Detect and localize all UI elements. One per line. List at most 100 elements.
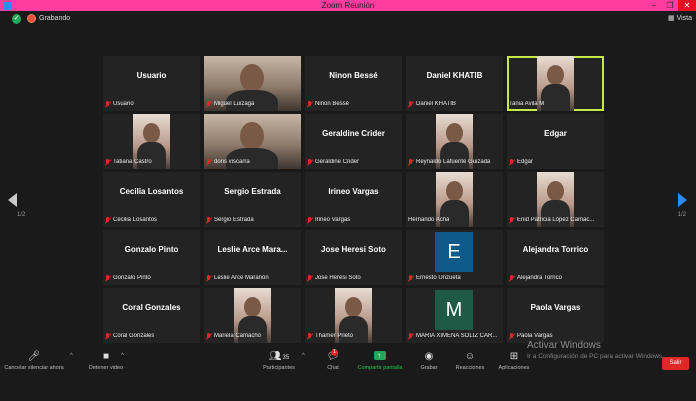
participant-tile[interactable]: Cecilia Losantos Cecilia Losantos [103,172,200,227]
participant-tile[interactable]: Thamer Prieto [305,288,402,343]
microphone-muted-icon [408,158,414,166]
participant-tile[interactable]: doris viscarra [204,114,301,169]
participant-name-label: Reynaldo Lafuente Guizada [408,157,501,167]
participant-tile[interactable]: Daniel KHATIB Daniel KHATIB [406,56,503,111]
microphone-muted-icon [307,274,313,282]
participant-tile[interactable]: M MARIA XIMENA SOLIZ CAR... [406,288,503,343]
previous-page-arrow-icon[interactable] [8,193,17,207]
participant-name: Coral Gonzales [113,333,155,339]
participant-tile[interactable]: Coral Gonzales Coral Gonzales [103,288,200,343]
participant-name: Geraldine Crider [315,159,360,165]
participant-name-label: Mariela Camacho [206,331,299,341]
participant-display-name: Gonzalo Pinto [124,245,179,254]
participant-name: Gonzalo Pinto [113,275,151,281]
recording-icon [27,14,36,23]
participant-display-name: Cecilia Losantos [119,187,184,196]
participant-tile[interactable]: Enid Patricia López Camac... [507,172,604,227]
microphone-muted-icon [509,274,515,282]
participants-caret-icon[interactable]: ^ [302,353,305,359]
microphone-muted-icon [509,216,515,224]
participant-name-label: Alejandra Torrico [509,273,602,283]
microphone-muted-icon [408,274,414,282]
apps-label: Aplicaciones [498,365,530,371]
page-indicator-right: 1/2 [677,212,686,218]
participant-name: Paola Vargas [517,333,553,339]
participant-tile[interactable]: Sergio Estrada Sergio Estrada [204,172,301,227]
participant-tile[interactable]: Irineo Vargas Irineo Vargas [305,172,402,227]
participant-name-label: Cecilia Losantos [105,215,198,225]
participant-name-label: Jose Heresi Soto [307,273,400,283]
microphone-muted-icon [105,100,111,108]
next-page-arrow-icon[interactable] [678,193,687,207]
minimize-button[interactable]: – [646,0,662,11]
close-button[interactable]: ✕ [678,0,696,11]
participant-tile[interactable]: Edgar Edgar [507,114,604,169]
participant-face [240,64,264,92]
participant-tile[interactable]: Jose Heresi Soto Jose Heresi Soto [305,230,402,285]
chat-label: Chat [327,365,339,371]
participant-name-label: Miguel Luizaga [206,99,299,109]
participant-tile[interactable]: Miguel Luizaga [204,56,301,111]
participant-tile[interactable]: Usuario Usuario [103,56,200,111]
security-shield-icon[interactable]: ✓ [12,14,21,24]
stop-video-label: Detener video [88,365,124,371]
microphone-muted-icon [105,216,111,224]
record-button[interactable]: ◉ Grabar [414,350,444,372]
participant-name-label: Sergio Estrada [206,215,299,225]
participant-display-name: Geraldine Crider [322,129,385,138]
participant-name: Usuario [113,101,134,107]
participant-name-label: Daniel KHATIB [408,99,501,109]
participant-tile[interactable]: Hernando Achá [406,172,503,227]
participant-name: Leslie Arce Marañón [214,275,269,281]
participants-icon: 👥︎ [268,351,282,362]
view-button[interactable]: ▦ Vista [668,13,692,25]
participant-tile[interactable]: Tatiana Castro [103,114,200,169]
microphone-muted-icon [408,100,414,108]
participant-name-label: Gonzalo Pinto [105,273,198,283]
participant-name: Tania Avila M [509,101,545,107]
participant-face [547,181,564,201]
participant-name-label: Ernesto Unzueta [408,273,501,283]
participant-name-label: Coral Gonzales [105,331,198,341]
participant-tile[interactable]: Alejandra Torrico Alejandra Torrico [507,230,604,285]
participant-initial-avatar: M [435,290,473,330]
microphone-muted-icon [307,332,313,340]
participant-tile[interactable]: Paola Vargas Paola Vargas [507,288,604,343]
participant-name: Alejandra Torrico [517,275,562,281]
participant-tile[interactable]: Geraldine Crider Geraldine Crider [305,114,402,169]
participant-tile[interactable]: E Ernesto Unzueta [406,230,503,285]
participant-name-label: Irineo Vargas [307,215,400,225]
participants-button[interactable]: 👥︎35 Participantes [254,350,304,372]
page-indicator-left: 1/2 [17,212,26,218]
record-label: Grabar [420,365,438,371]
share-screen-button[interactable]: Compartir pantalla [352,349,408,372]
windows-activation-watermark: Activar Windows Ir a Configuración de PC… [527,340,696,361]
unmute-button[interactable]: 🎤︎ Cancelar silenciar ahora [4,350,64,372]
chat-unread-badge: 1 [331,349,338,356]
reactions-button[interactable]: ☺ Reacciones [450,350,490,372]
maximize-button[interactable]: ❐ [662,0,678,11]
participant-tile[interactable]: Gonzalo Pinto Gonzalo Pinto [103,230,200,285]
participant-tile[interactable]: Mariela Camacho [204,288,301,343]
participant-face [345,297,362,317]
participant-name-label: MARIA XIMENA SOLIZ CAR... [408,331,501,341]
audio-options-caret-icon[interactable]: ^ [70,353,73,359]
participant-tile[interactable]: Leslie Arce Mara... Leslie Arce Marañón [204,230,301,285]
chat-button[interactable]: 💬︎ 1 Chat [318,349,348,372]
participant-display-name: Leslie Arce Mara... [217,245,288,254]
participant-tile[interactable]: Tania Avila M [507,56,604,111]
participant-tile[interactable]: Reynaldo Lafuente Guizada [406,114,503,169]
microphone-muted-icon: 🎤︎ [27,351,41,362]
participant-name: Daniel KHATIB [416,101,456,107]
video-options-caret-icon[interactable]: ^ [121,353,124,359]
participant-name: Irineo Vargas [315,217,351,223]
share-screen-icon [374,349,386,363]
participant-display-name: Sergio Estrada [224,187,281,196]
participant-tile[interactable]: Ninon Bessé Ninon Bessé [305,56,402,111]
participant-name: Ernesto Unzueta [416,275,461,281]
microphone-muted-icon [105,158,111,166]
microphone-muted-icon [408,332,414,340]
participant-name-label: Enid Patricia López Camac... [509,215,602,225]
microphone-muted-icon [206,100,212,108]
window-titlebar: Zoom Reunión – ❐ ✕ [0,0,696,11]
